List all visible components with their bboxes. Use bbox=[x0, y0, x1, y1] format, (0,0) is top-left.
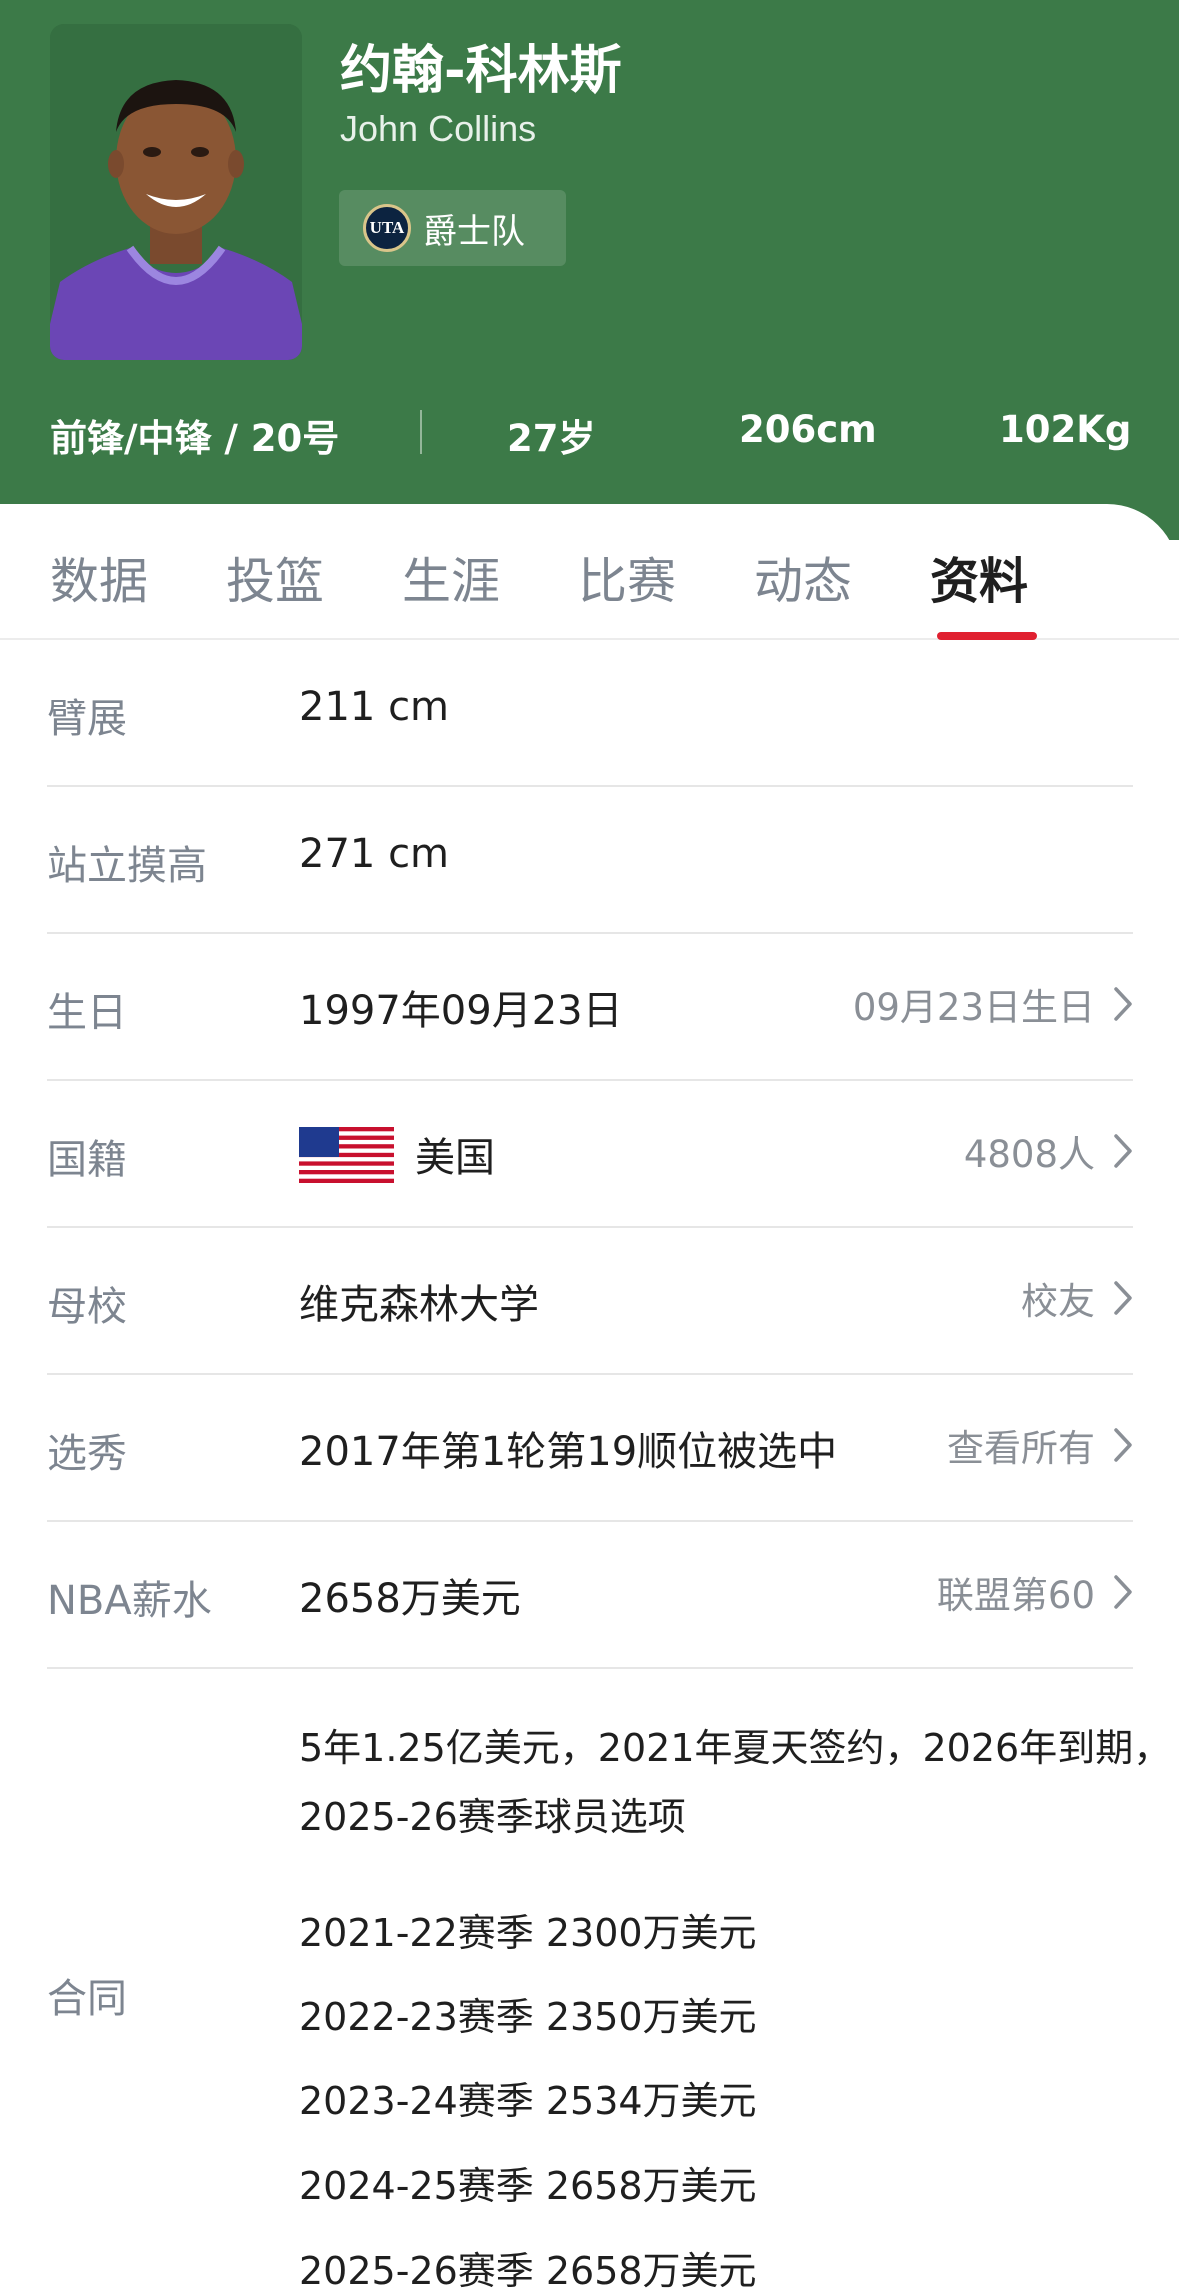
tab-profile[interactable]: 资料 bbox=[930, 542, 1028, 613]
chevron-right-icon bbox=[1114, 987, 1132, 1021]
row-label: 国籍 bbox=[47, 1137, 127, 1183]
row-label: 合同 bbox=[47, 1976, 127, 2022]
team-logo-icon: UTA bbox=[363, 204, 411, 252]
tab-news[interactable]: 动态 bbox=[754, 542, 852, 613]
player-height: 206cm bbox=[739, 408, 877, 451]
player-name-cn: 约翰-科林斯 bbox=[340, 41, 622, 101]
row-link-text: 联盟第60 bbox=[936, 1574, 1095, 1617]
row-link-text: 查看所有 bbox=[947, 1427, 1095, 1470]
chevron-right-icon bbox=[1114, 1428, 1132, 1462]
nationality-link[interactable]: 4808人 bbox=[964, 1125, 1133, 1177]
row-link-text: 校友 bbox=[1021, 1280, 1095, 1323]
row-value: 维克森林大学 bbox=[299, 1282, 539, 1328]
player-weight: 102Kg bbox=[999, 408, 1132, 451]
tab-stats[interactable]: 数据 bbox=[50, 542, 148, 613]
us-flag-icon bbox=[299, 1127, 394, 1183]
college-link[interactable]: 校友 bbox=[1021, 1272, 1133, 1324]
row-link-text: 4808人 bbox=[963, 1133, 1095, 1176]
player-name-en: John Collins bbox=[340, 108, 537, 149]
player-avatar bbox=[50, 24, 302, 360]
row-label: 生日 bbox=[47, 990, 127, 1036]
row-value: 2658万美元 bbox=[299, 1576, 521, 1622]
profile-row-college[interactable]: 母校 维克森林大学 校友 bbox=[47, 1228, 1133, 1375]
salary-rank-link[interactable]: 联盟第60 bbox=[937, 1566, 1133, 1618]
draft-link[interactable]: 查看所有 bbox=[947, 1419, 1133, 1471]
contract-season: 2021-22赛季 2300万美元 bbox=[299, 1911, 757, 1955]
tab-games[interactable]: 比赛 bbox=[578, 542, 676, 613]
row-value: 2017年第1轮第19顺位被选中 bbox=[299, 1429, 838, 1475]
active-tab-indicator bbox=[937, 632, 1037, 640]
row-value: 1997年09月23日 bbox=[299, 988, 623, 1034]
profile-row-nationality[interactable]: 国籍 美国 4808人 bbox=[47, 1081, 1133, 1228]
row-label: 站立摸高 bbox=[47, 843, 207, 889]
team-name: 爵士队 bbox=[423, 211, 525, 252]
row-label: 臂展 bbox=[47, 696, 127, 742]
player-photo bbox=[50, 24, 302, 360]
profile-row-birthday[interactable]: 生日 1997年09月23日 09月23日生日 bbox=[47, 934, 1133, 1081]
row-value: 211 cm bbox=[299, 684, 450, 730]
row-label: NBA薪水 bbox=[47, 1578, 212, 1624]
tab-bar: 数据 投篮 生涯 比赛 动态 资料 bbox=[0, 504, 1179, 640]
tab-shooting[interactable]: 投篮 bbox=[226, 542, 324, 613]
contract-summary: 5年1.25亿美元，2021年夏天签约，2026年到期，2025-26赛季球员选… bbox=[299, 1726, 1172, 1839]
contract-season: 2022-23赛季 2350万美元 bbox=[299, 1995, 757, 2039]
contract-season: 2025-26赛季 2658万美元 bbox=[299, 2249, 757, 2293]
contract-season: 2024-25赛季 2658万美元 bbox=[299, 2164, 757, 2208]
row-value: 美国 bbox=[415, 1135, 495, 1181]
player-meta-row: 前锋/中锋 / 20号 27岁 206cm 102Kg bbox=[0, 400, 1179, 464]
birthday-link[interactable]: 09月23日生日 bbox=[853, 978, 1133, 1030]
position-number: 前锋/中锋 / 20号 bbox=[50, 417, 340, 460]
player-age: 27岁 bbox=[507, 417, 596, 460]
tab-career[interactable]: 生涯 bbox=[402, 542, 500, 613]
row-value: 271 cm bbox=[299, 831, 450, 877]
chevron-right-icon bbox=[1114, 1575, 1132, 1609]
player-header: 约翰-科林斯 John Collins UTA 爵士队 前锋/中锋 / 20号 … bbox=[0, 0, 1179, 540]
profile-row-draft[interactable]: 选秀 2017年第1轮第19顺位被选中 查看所有 bbox=[47, 1375, 1133, 1522]
team-chip[interactable]: UTA 爵士队 bbox=[339, 190, 566, 266]
profile-row-reach: 站立摸高 271 cm bbox=[47, 787, 1133, 934]
row-label: 母校 bbox=[47, 1284, 127, 1330]
contract-season: 2023-24赛季 2534万美元 bbox=[299, 2079, 757, 2123]
chevron-right-icon bbox=[1114, 1281, 1132, 1315]
meta-divider bbox=[420, 410, 422, 454]
row-link-text: 09月23日生日 bbox=[852, 986, 1095, 1029]
chevron-right-icon bbox=[1114, 1134, 1132, 1168]
profile-row-wingspan: 臂展 211 cm bbox=[47, 640, 1133, 787]
content-sheet: 数据 投篮 生涯 比赛 动态 资料 臂展 211 cm 站立摸高 271 cm … bbox=[0, 504, 1179, 2293]
profile-row-salary[interactable]: NBA薪水 2658万美元 联盟第60 bbox=[47, 1522, 1133, 1669]
row-label: 选秀 bbox=[47, 1431, 127, 1477]
profile-row-contract: 合同 5年1.25亿美元，2021年夏天签约，2026年到期，2025-26赛季… bbox=[47, 1672, 1171, 2293]
